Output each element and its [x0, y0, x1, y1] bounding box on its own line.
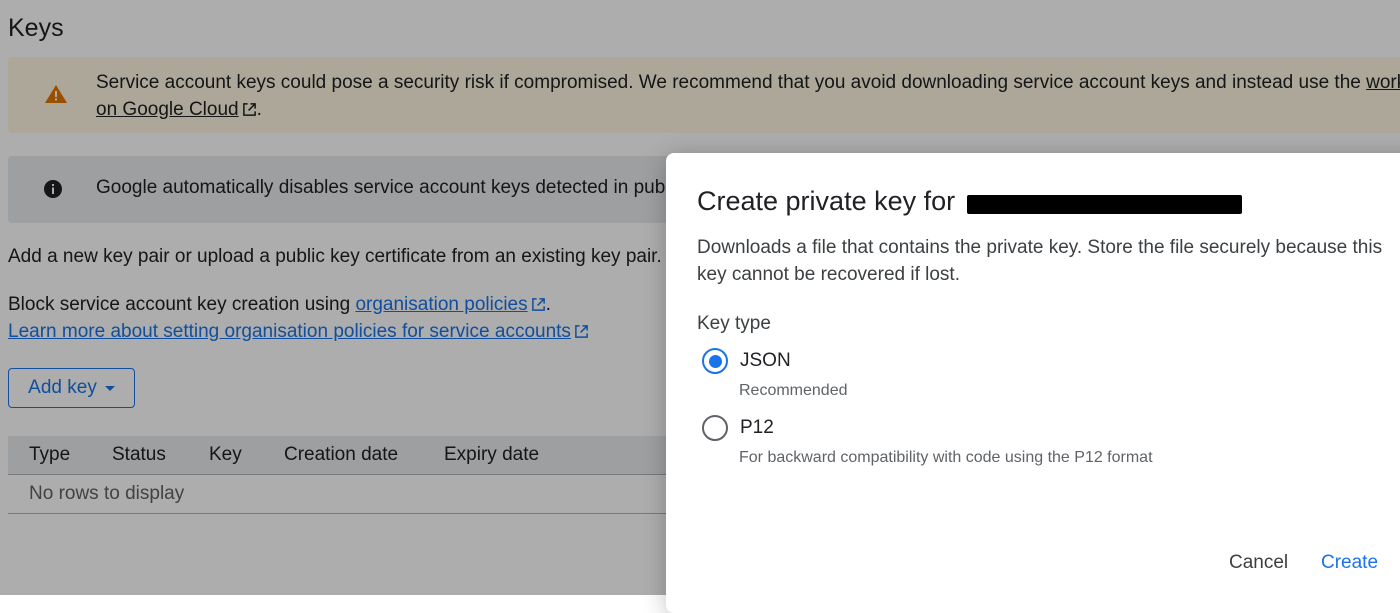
dialog-title: Create private key for — [697, 186, 1242, 217]
radio-button-p12[interactable] — [702, 415, 728, 441]
cancel-button[interactable]: Cancel — [1229, 552, 1288, 574]
dialog-description: Downloads a file that contains the priva… — [697, 237, 1383, 285]
create-button[interactable]: Create — [1321, 552, 1378, 574]
radio-selected-dot — [708, 354, 722, 368]
create-private-key-dialog: Create private key for Downloads a file … — [666, 153, 1400, 613]
radio-button-json[interactable] — [702, 348, 728, 374]
key-type-p12-option[interactable]: P12 — [702, 415, 774, 441]
p12-sublabel: For backward compatibility with code usi… — [739, 449, 1153, 466]
key-type-json-option[interactable]: JSON — [702, 348, 791, 374]
redacted-service-account-name — [966, 195, 1242, 214]
dialog-title-text: Create private key for — [697, 186, 963, 216]
json-sublabel: Recommended — [739, 382, 848, 399]
p12-label: P12 — [740, 417, 774, 438]
json-label: JSON — [740, 350, 791, 371]
key-type-label: Key type — [697, 313, 771, 334]
